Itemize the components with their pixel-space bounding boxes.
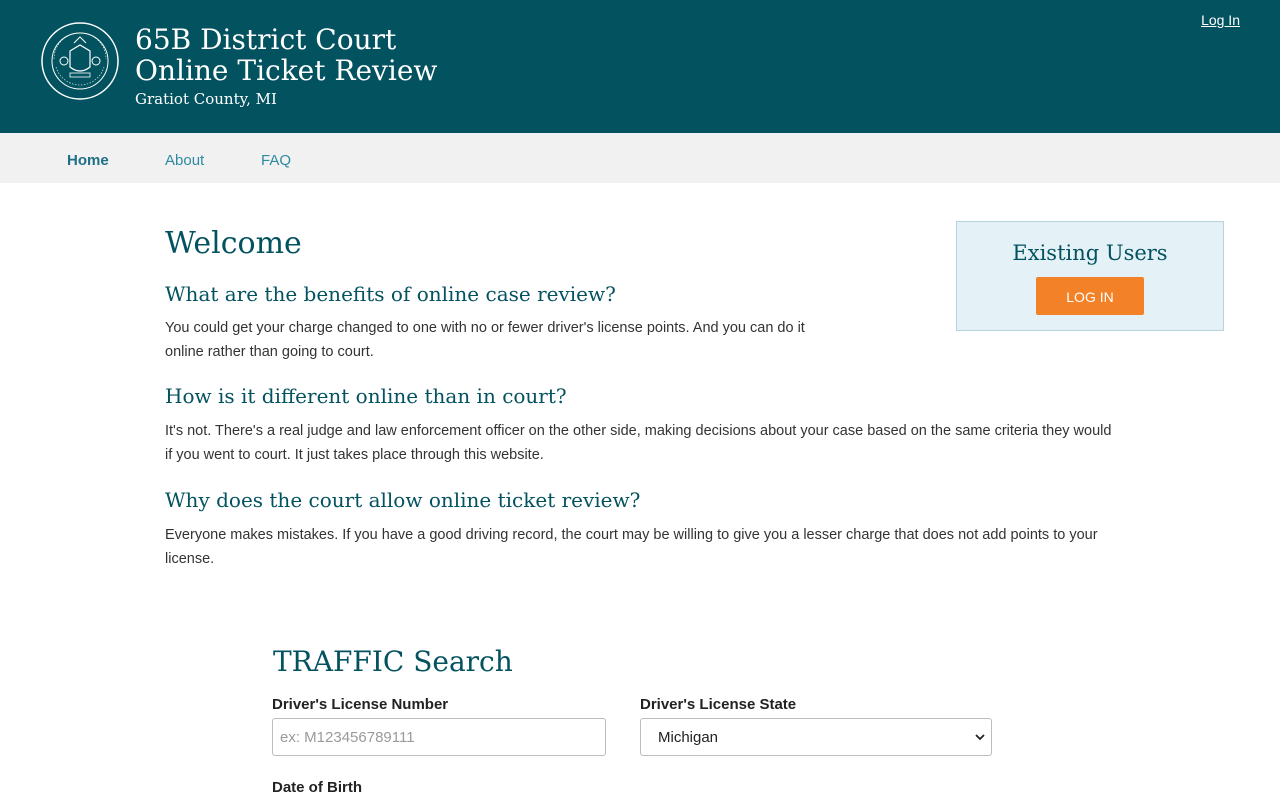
nav-item-faq[interactable]: FAQ	[261, 133, 291, 183]
faq-question-difference: How is it different online than in court…	[165, 384, 567, 408]
site-subtitle: Gratiot County, MI	[135, 90, 277, 108]
site-header: 65B District Court Online Ticket Review …	[0, 0, 1280, 133]
nav-item-about[interactable]: About	[165, 133, 204, 183]
date-of-birth-label: Date of Birth	[272, 779, 362, 796]
existing-users-panel: Existing Users LOG IN	[956, 221, 1224, 331]
site-title-line2: Online Ticket Review	[135, 54, 438, 87]
header-login-link[interactable]: Log In	[1201, 12, 1240, 28]
traffic-search-title: TRAFFIC Search	[273, 645, 513, 678]
faq-answer-difference: It's not. There's a real judge and law e…	[165, 423, 1112, 463]
drivers-license-number-label: Driver's License Number	[272, 696, 449, 713]
nav-item-home[interactable]: Home	[67, 133, 109, 183]
chevron-down-icon	[975, 734, 985, 741]
existing-users-title: Existing Users	[1012, 241, 1168, 265]
michigan-court-seal-icon	[41, 22, 119, 100]
drivers-license-state-label: Driver's License State	[640, 696, 797, 713]
main-nav: Home About FAQ	[0, 133, 1280, 183]
faq-question-why: Why does the court allow online ticket r…	[165, 488, 641, 512]
faq-answer-why: Everyone makes mistakes. If you have a g…	[165, 527, 1098, 567]
faq-answer-benefits: You could get your charge changed to one…	[165, 320, 805, 360]
site-title-line1: 65B District Court	[135, 23, 397, 56]
welcome-heading: Welcome	[165, 226, 302, 261]
state-select-value: Michigan	[658, 729, 719, 746]
login-button[interactable]: LOG IN	[1036, 277, 1144, 315]
drivers-license-number-input[interactable]	[272, 718, 606, 756]
drivers-license-state-select[interactable]: Michigan	[640, 718, 992, 756]
faq-question-benefits: What are the benefits of online case rev…	[165, 282, 616, 306]
